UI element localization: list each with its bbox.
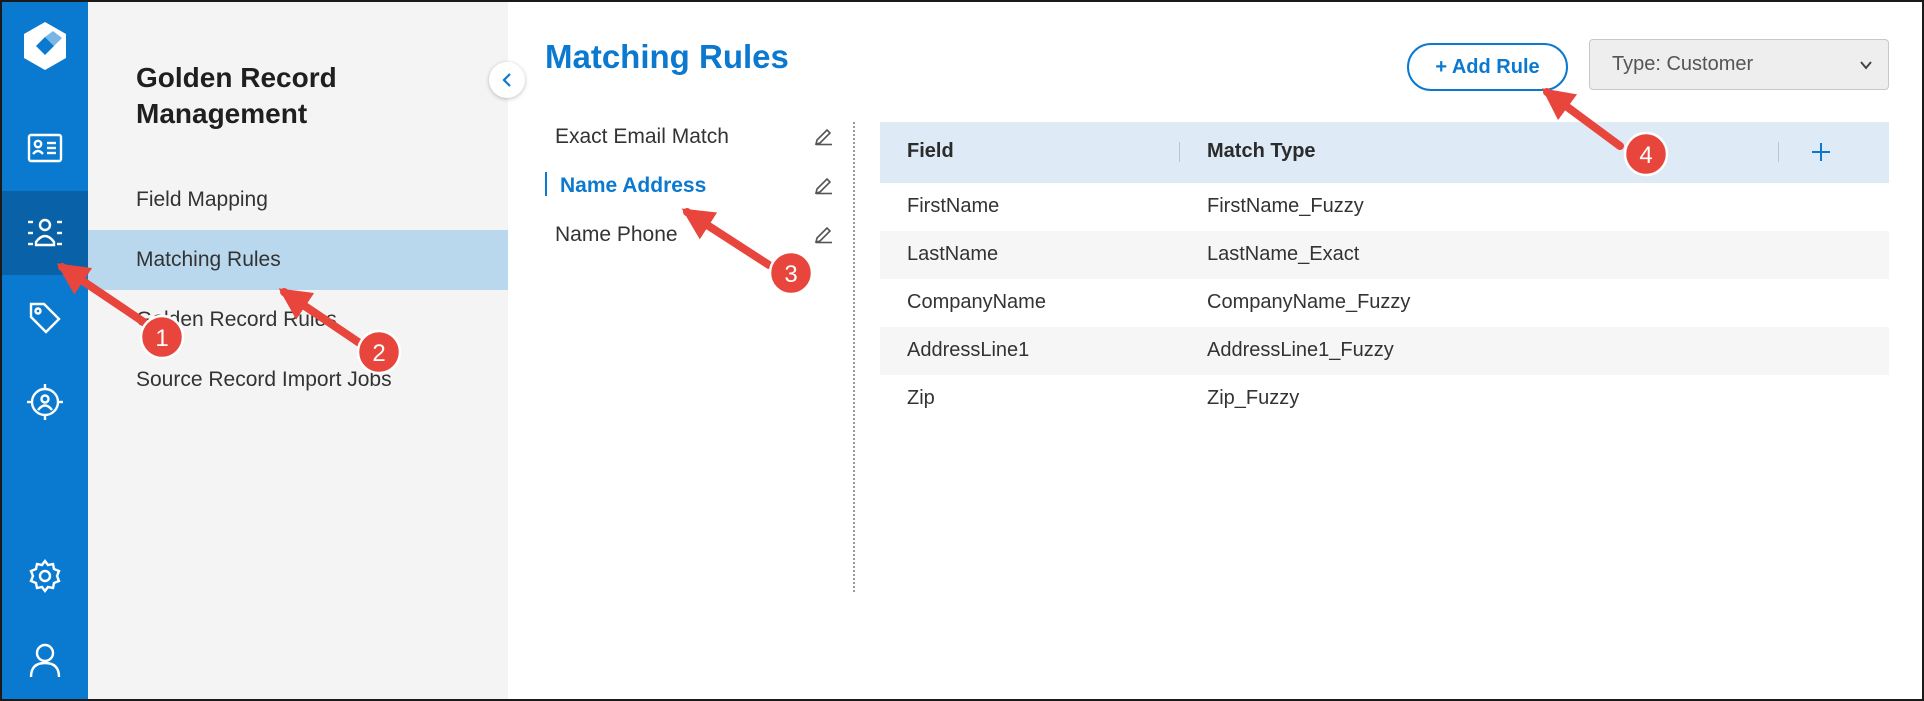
- secondary-nav: Golden Record Management Field Mapping M…: [88, 2, 508, 699]
- rule-fields-table: Field Match Type FirstName FirstName_Fuz…: [880, 122, 1889, 423]
- table-row[interactable]: AddressLine1 AddressLine1_Fuzzy: [880, 327, 1889, 375]
- cell-match-type: Zip_Fuzzy: [1207, 387, 1300, 409]
- chevron-left-icon: [502, 73, 511, 87]
- cell-match-type: AddressLine1_Fuzzy: [1207, 339, 1394, 361]
- plus-icon: [1812, 143, 1830, 161]
- rules-list: Exact Email Match Name Address Name Phon…: [545, 112, 835, 259]
- subnav-item-golden-record-rules[interactable]: Golden Record Rules: [88, 290, 508, 350]
- cell-field: CompanyName: [907, 291, 1046, 313]
- column-header-field[interactable]: Field: [907, 140, 954, 163]
- column-separator: [1179, 142, 1180, 162]
- cell-field: Zip: [907, 387, 935, 409]
- subnav-item-field-mapping[interactable]: Field Mapping: [88, 170, 508, 230]
- section-title: Golden Record Management: [136, 62, 337, 129]
- rule-item[interactable]: Name Phone: [545, 210, 835, 259]
- cell-match-type: CompanyName_Fuzzy: [1207, 291, 1411, 313]
- type-select[interactable]: Type: Customer: [1589, 39, 1889, 90]
- annotation-number: 3: [784, 261, 797, 288]
- panel-divider: [853, 122, 855, 592]
- cell-field: FirstName: [907, 195, 1000, 217]
- table-row[interactable]: CompanyName CompanyName_Fuzzy: [880, 279, 1889, 327]
- target-person-icon[interactable]: [2, 360, 88, 444]
- pencil-icon[interactable]: [813, 222, 835, 244]
- cell-field: LastName: [907, 243, 999, 265]
- rule-item[interactable]: Exact Email Match: [545, 112, 835, 161]
- table-row[interactable]: Zip Zip_Fuzzy: [880, 375, 1889, 423]
- cell-match-type: FirstName_Fuzzy: [1207, 195, 1364, 217]
- table-header: Field Match Type: [880, 122, 1889, 183]
- subnav-item-source-record-import-jobs[interactable]: Source Record Import Jobs: [88, 350, 508, 410]
- tag-icon[interactable]: [2, 276, 88, 360]
- cell-match-type: LastName_Exact: [1207, 243, 1360, 265]
- gear-icon[interactable]: [2, 534, 88, 618]
- page-title: Matching Rules: [545, 38, 789, 75]
- logo-icon[interactable]: [2, 4, 88, 88]
- pencil-icon[interactable]: [813, 173, 835, 195]
- rule-item[interactable]: Name Address: [545, 161, 835, 210]
- cell-field: AddressLine1: [907, 339, 1030, 361]
- table-row[interactable]: FirstName FirstName_Fuzzy: [880, 183, 1889, 231]
- table-row[interactable]: LastName LastName_Exact: [880, 231, 1889, 279]
- contact-card-icon[interactable]: [2, 106, 88, 190]
- column-header-match-type[interactable]: Match Type: [1207, 140, 1316, 163]
- column-separator: [1778, 142, 1779, 162]
- add-rule-button[interactable]: + Add Rule: [1407, 43, 1568, 91]
- user-icon[interactable]: [2, 618, 88, 699]
- add-field-button[interactable]: [1805, 136, 1837, 168]
- app-window: Golden Record Management Field Mapping M…: [0, 0, 1924, 701]
- people-network-icon[interactable]: [2, 191, 88, 275]
- type-select-value: Type: Customer: [1612, 53, 1754, 75]
- rule-label: Exact Email Match: [555, 124, 729, 148]
- rule-label: Name Address: [560, 173, 707, 197]
- chevron-down-icon: [1860, 61, 1872, 70]
- collapse-nav-button[interactable]: [489, 62, 525, 98]
- subnav-item-matching-rules[interactable]: Matching Rules: [88, 230, 508, 290]
- rule-label: Name Phone: [555, 222, 678, 246]
- pencil-icon[interactable]: [813, 124, 835, 146]
- icon-rail: [2, 2, 88, 699]
